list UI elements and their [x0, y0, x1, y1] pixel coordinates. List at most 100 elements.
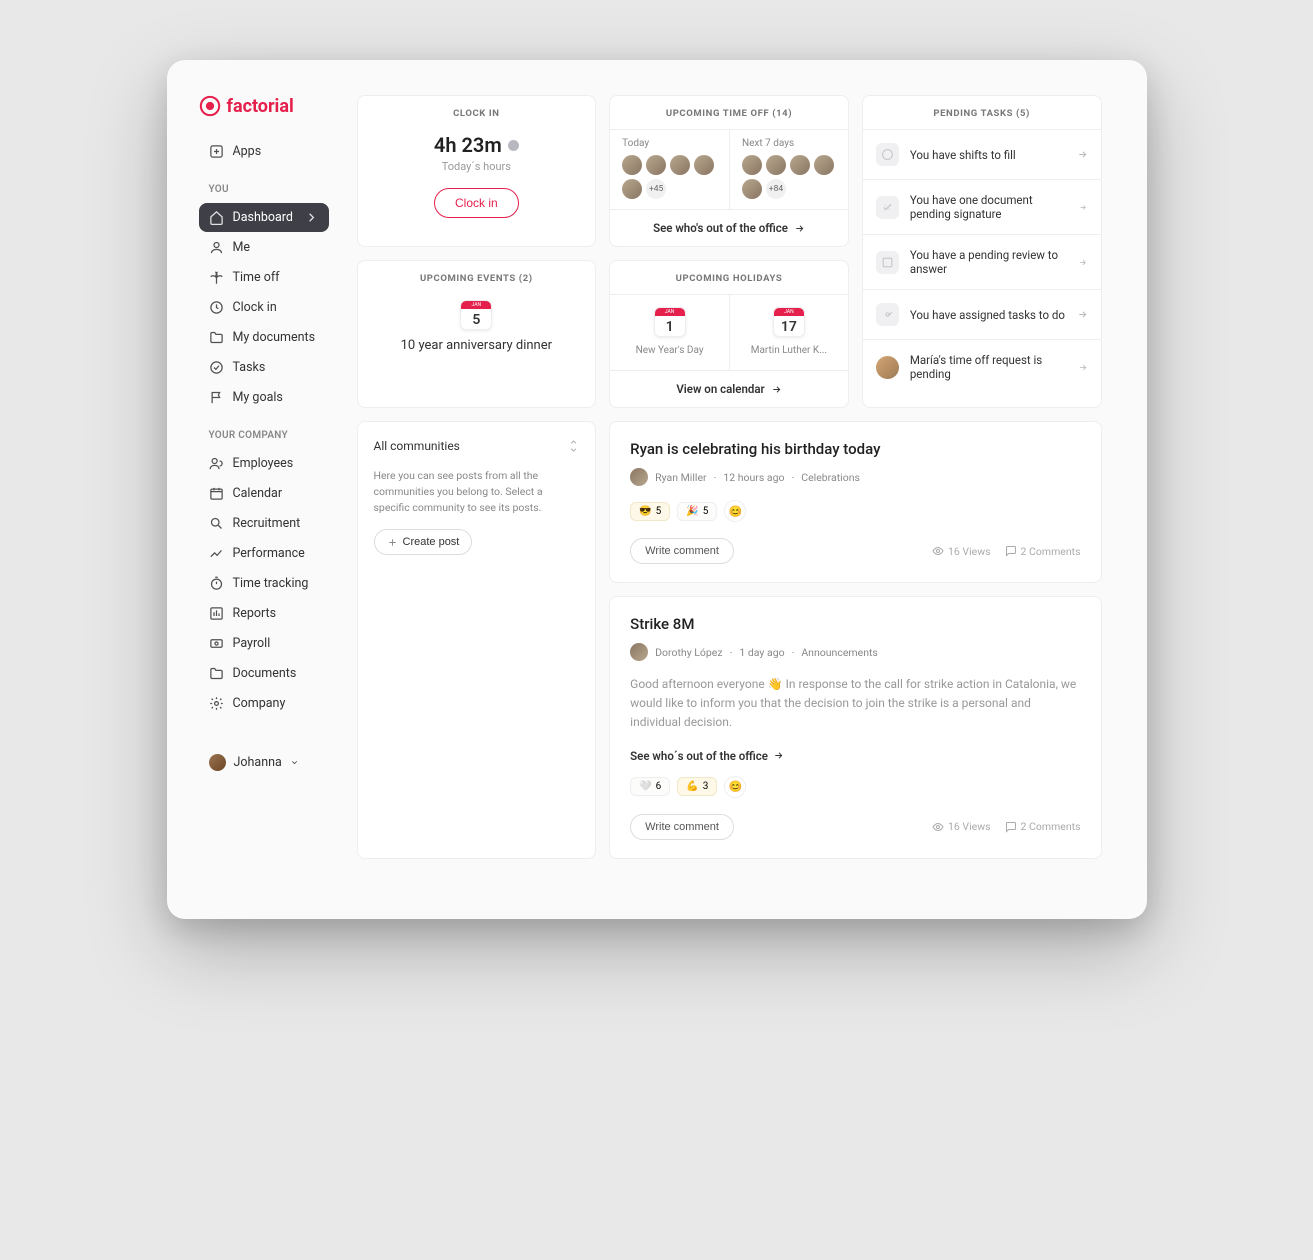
factorial-icon [199, 95, 221, 117]
sidebar-item-employees[interactable]: Employees [199, 449, 329, 478]
comment-icon [1005, 821, 1017, 833]
comments-text: 2 Comments [1021, 820, 1081, 833]
sidebar-item-reports[interactable]: Reports [199, 599, 329, 628]
payroll-label: Payroll [233, 636, 271, 651]
app-frame: factorial Apps YOU Dashboard Me Time off… [167, 60, 1147, 919]
sidebar-item-tasks[interactable]: Tasks [199, 353, 329, 382]
task-text: You have shifts to fill [910, 148, 1016, 162]
cal-day: 5 [461, 309, 491, 330]
comments-text: 2 Comments [1021, 545, 1081, 558]
count: 3 [703, 781, 709, 792]
timeoff-footer[interactable]: See who's out of the office [610, 209, 848, 246]
calendar-icon [209, 486, 224, 501]
task-row[interactable]: María's time off request is pending [863, 339, 1101, 394]
sidebar-item-apps[interactable]: Apps [199, 137, 329, 166]
clockin-button[interactable]: Clock in [434, 188, 519, 218]
sidebar-item-recruitment[interactable]: Recruitment [199, 509, 329, 538]
reaction-pill[interactable]: 🤍6 [630, 777, 670, 796]
eye-icon [932, 545, 944, 557]
post-card: Ryan is celebrating his birthday today R… [609, 421, 1101, 583]
post-meta: Ryan Miller · 12 hours ago · Celebration… [630, 468, 1080, 486]
events-header: UPCOMING EVENTS (2) [358, 261, 596, 294]
timeoff-today: Today +45 [610, 130, 729, 209]
reaction-pill[interactable]: 😎5 [630, 502, 670, 521]
sidebar-item-me[interactable]: Me [199, 233, 329, 262]
task-row[interactable]: You have a pending review to answer [863, 234, 1101, 289]
post-link-label: See who´s out of the office [630, 749, 768, 763]
task-row[interactable]: You have shifts to fill [863, 129, 1101, 179]
more-badge: +84 [766, 179, 786, 199]
task-row[interactable]: You have one document pending signature [863, 179, 1101, 234]
current-user[interactable]: Johanna [199, 746, 329, 779]
holidays-footer[interactable]: View on calendar [610, 370, 848, 407]
avatar [209, 754, 226, 771]
emoji: 🤍 [639, 781, 651, 792]
arrow-right-icon [771, 384, 782, 395]
search-icon [209, 516, 224, 531]
cal-day: 1 [655, 316, 685, 337]
add-reaction-button[interactable]: 😊 [724, 776, 746, 798]
cal-day: 17 [774, 316, 804, 337]
create-post-button[interactable]: Create post [374, 529, 473, 555]
calendar-date-icon: JAN 17 [773, 307, 805, 337]
dashboard-label: Dashboard [233, 210, 293, 225]
user-icon [209, 240, 224, 255]
calendar-date-icon: JAN 5 [460, 300, 492, 330]
add-reaction-button[interactable]: 😊 [724, 500, 746, 522]
post-link[interactable]: See who´s out of the office [630, 749, 784, 763]
documents-label: Documents [233, 666, 297, 681]
reactions: 🤍6 💪3 😊 [630, 776, 1080, 798]
more-badge: +45 [646, 179, 666, 199]
sidebar-item-timetracking[interactable]: Time tracking [199, 569, 329, 598]
post-stats: 16 Views 2 Comments [932, 545, 1081, 558]
arrow-right-icon [1077, 149, 1088, 160]
calendar-date-icon: JAN 1 [654, 307, 686, 337]
emoji: 💪 [686, 781, 698, 792]
avatar [742, 179, 762, 199]
event-title: 10 year anniversary dinner [358, 338, 596, 353]
timeoff-header: UPCOMING TIME OFF (14) [610, 96, 848, 129]
holiday-item: JAN 17 Martin Luther K... [729, 295, 848, 370]
signature-icon [876, 196, 899, 219]
brand-name: factorial [227, 96, 294, 117]
sidebar-item-documents[interactable]: Documents [199, 659, 329, 688]
chevron-right-icon [304, 210, 319, 225]
clockin-header: CLOCK IN [358, 96, 596, 129]
avatar [876, 356, 899, 379]
sidebar-item-mydocuments[interactable]: My documents [199, 323, 329, 352]
task-row[interactable]: You have assigned tasks to do [863, 289, 1101, 339]
post-time: 1 day ago [739, 646, 784, 659]
post-card: Strike 8M Dorothy López · 1 day ago · An… [609, 596, 1101, 859]
comments-stat: 2 Comments [1005, 545, 1081, 558]
reaction-pill[interactable]: 🎉5 [677, 502, 717, 521]
sidebar-item-timeoff[interactable]: Time off [199, 263, 329, 292]
comments-stat: 2 Comments [1005, 820, 1081, 833]
post-author: Dorothy López [655, 646, 722, 659]
sidebar-item-mygoals[interactable]: My goals [199, 383, 329, 412]
timeoff-label: Time off [233, 270, 280, 285]
arrow-right-icon [1078, 362, 1088, 373]
holidays-header: UPCOMING HOLIDAYS [610, 261, 848, 294]
next7-avatars: +84 [742, 155, 836, 199]
community-select[interactable]: All communities [374, 438, 580, 454]
money-icon [209, 636, 224, 651]
write-comment-button[interactable]: Write comment [630, 538, 734, 564]
sidebar-item-payroll[interactable]: Payroll [199, 629, 329, 658]
write-comment-button[interactable]: Write comment [630, 814, 734, 840]
sidebar-item-performance[interactable]: Performance [199, 539, 329, 568]
post-channel: Announcements [801, 646, 878, 659]
views-text: 16 Views [948, 545, 991, 558]
sidebar-item-dashboard[interactable]: Dashboard [199, 203, 329, 232]
avatar [630, 468, 648, 486]
sidebar-item-clockin[interactable]: Clock in [199, 293, 329, 322]
post-body: Good afternoon everyone 👋 In response to… [630, 675, 1080, 733]
sidebar-item-calendar[interactable]: Calendar [199, 479, 329, 508]
plus-icon [387, 537, 398, 548]
views-stat: 16 Views [932, 820, 991, 833]
reaction-pill[interactable]: 💪3 [677, 777, 717, 796]
timeoff-next7: Next 7 days +84 [729, 130, 848, 209]
sidebar-item-company[interactable]: Company [199, 689, 329, 718]
count: 6 [656, 781, 662, 792]
section-you: YOU [209, 184, 329, 195]
apps-label: Apps [233, 144, 262, 159]
